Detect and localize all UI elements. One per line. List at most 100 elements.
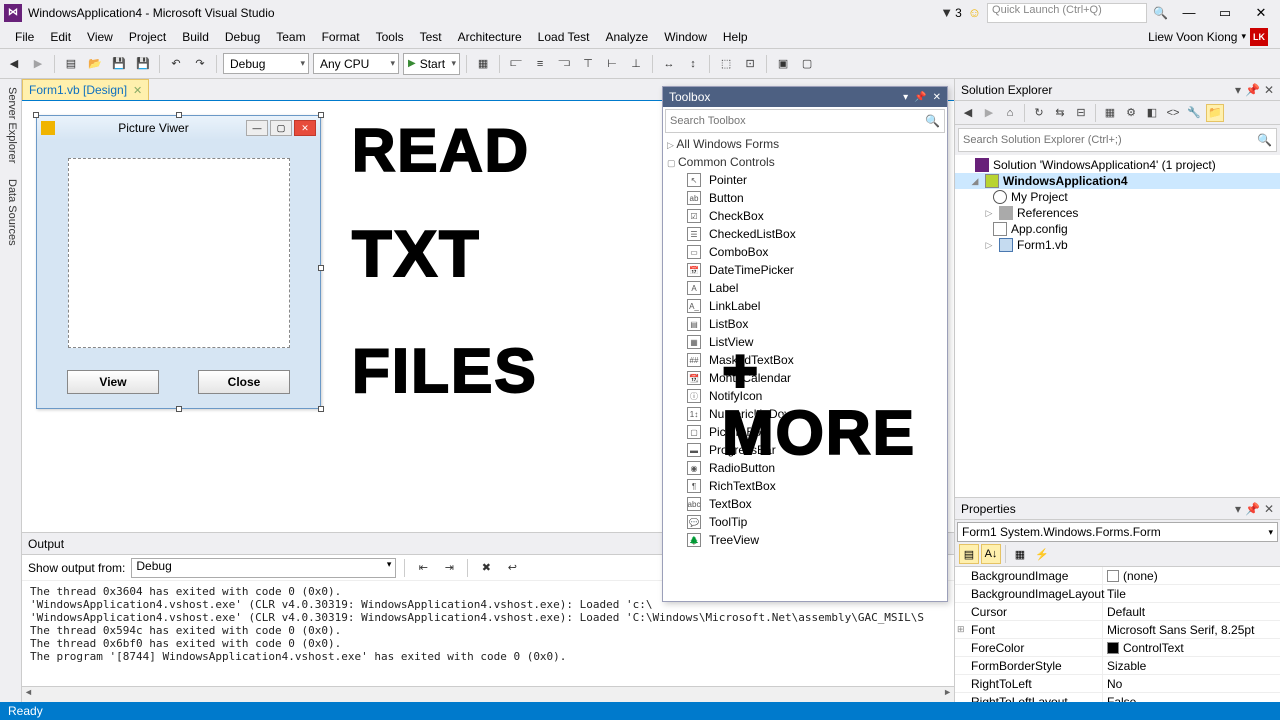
toolbox-item-progressbar[interactable]: ▬ProgressBar bbox=[663, 441, 947, 459]
preview-icon[interactable]: ◧ bbox=[1143, 104, 1161, 122]
toolbox-item-monthcalendar[interactable]: 📆MonthCalendar bbox=[663, 369, 947, 387]
group-common-controls[interactable]: Common Controls bbox=[663, 153, 947, 171]
search-icon[interactable]: 🔍 bbox=[1153, 6, 1168, 20]
prop-cursor[interactable]: CursorDefault bbox=[955, 603, 1280, 621]
winform-preview[interactable]: Picture Viwer — ▢ ✕ View Close bbox=[36, 115, 321, 409]
menu-view[interactable]: View bbox=[80, 28, 120, 46]
solution-node[interactable]: Solution 'WindowsApplication4' (1 projec… bbox=[955, 157, 1280, 173]
properties-grid[interactable]: BackgroundImage(none)BackgroundImageLayo… bbox=[955, 566, 1280, 702]
align-bottom-icon[interactable]: ⊥ bbox=[626, 54, 646, 74]
toolbox-item-linklabel[interactable]: A_LinkLabel bbox=[663, 297, 947, 315]
feedback-icon[interactable]: ☺ bbox=[968, 5, 981, 20]
solexp-close-icon[interactable]: ✕ bbox=[1264, 83, 1274, 97]
hspace-icon[interactable]: ↔ bbox=[659, 54, 679, 74]
quick-launch-input[interactable]: Quick Launch (Ctrl+Q) bbox=[987, 3, 1147, 23]
menu-project[interactable]: Project bbox=[122, 28, 173, 46]
menu-window[interactable]: Window bbox=[657, 28, 714, 46]
toolbox-item-tooltip[interactable]: 💬ToolTip bbox=[663, 513, 947, 531]
user-account[interactable]: Liew Voon Kiong▾ LK bbox=[1144, 28, 1272, 46]
maximize-button[interactable]: ▭ bbox=[1210, 5, 1240, 21]
platform-combo[interactable]: Any CPU bbox=[313, 53, 399, 74]
project-node[interactable]: ◢WindowsApplication4 bbox=[955, 173, 1280, 189]
size-icon[interactable]: ⬚ bbox=[716, 54, 736, 74]
group-all-forms[interactable]: All Windows Forms bbox=[663, 135, 947, 153]
close-tab-icon[interactable]: ✕ bbox=[133, 84, 142, 97]
align-mid-icon[interactable]: ⊢ bbox=[602, 54, 622, 74]
myproject-node[interactable]: My Project bbox=[955, 189, 1280, 205]
search-icon[interactable]: 🔍 bbox=[925, 114, 940, 128]
toolbox-close-icon[interactable]: ✕ bbox=[933, 92, 941, 103]
props-pin-icon[interactable]: 📌 bbox=[1245, 502, 1260, 516]
categorized-icon[interactable]: ▤ bbox=[959, 544, 979, 564]
new-project-icon[interactable]: ▤ bbox=[61, 54, 81, 74]
menu-debug[interactable]: Debug bbox=[218, 28, 267, 46]
toolbox-item-label[interactable]: ALabel bbox=[663, 279, 947, 297]
menu-load-test[interactable]: Load Test bbox=[531, 28, 597, 46]
collapse-icon[interactable]: ⊟ bbox=[1072, 104, 1090, 122]
vspace-icon[interactable]: ↕ bbox=[683, 54, 703, 74]
sync-icon[interactable]: ⇆ bbox=[1051, 104, 1069, 122]
props-close-icon[interactable]: ✕ bbox=[1264, 502, 1274, 516]
picturebox-control[interactable] bbox=[68, 158, 290, 348]
menu-help[interactable]: Help bbox=[716, 28, 755, 46]
server-explorer-tab[interactable]: Server Explorer bbox=[0, 79, 21, 171]
toolbox-item-treeview[interactable]: 🌲TreeView bbox=[663, 531, 947, 549]
prop-backgroundimagelayout[interactable]: BackgroundImageLayoutTile bbox=[955, 585, 1280, 603]
toolbox-item-combobox[interactable]: ▭ComboBox bbox=[663, 243, 947, 261]
menu-analyze[interactable]: Analyze bbox=[599, 28, 656, 46]
toolbox-item-datetimepicker[interactable]: 📅DateTimePicker bbox=[663, 261, 947, 279]
output-wrap-icon[interactable]: ↩ bbox=[502, 558, 522, 578]
properties-icon[interactable]: ⚙ bbox=[1122, 104, 1140, 122]
close-form-button[interactable]: Close bbox=[198, 370, 290, 394]
events-icon[interactable]: ⚡ bbox=[1032, 544, 1052, 564]
prop-righttoleft[interactable]: RightToLeftNo bbox=[955, 675, 1280, 693]
toolbox-item-radiobutton[interactable]: ◉RadioButton bbox=[663, 459, 947, 477]
toolbox-item-listbox[interactable]: ▤ListBox bbox=[663, 315, 947, 333]
save-all-icon[interactable]: 💾 bbox=[133, 54, 153, 74]
toolbox-pin-icon[interactable]: 📌 bbox=[914, 92, 926, 103]
solexp-search[interactable]: 🔍 bbox=[958, 128, 1277, 152]
appconfig-node[interactable]: App.config bbox=[955, 221, 1280, 237]
layout-icon[interactable]: ▦ bbox=[473, 54, 493, 74]
refresh-icon[interactable]: ↻ bbox=[1030, 104, 1048, 122]
align-left-icon[interactable]: ⫍ bbox=[506, 54, 526, 74]
output-clear-icon[interactable]: ✖ bbox=[476, 558, 496, 578]
bring-front-icon[interactable]: ▣ bbox=[773, 54, 793, 74]
props-dropdown-icon[interactable]: ▾ bbox=[1235, 502, 1241, 516]
props-page-icon[interactable]: ▦ bbox=[1010, 544, 1030, 564]
prop-font[interactable]: Font⊞Microsoft Sans Serif, 8.25pt bbox=[955, 621, 1280, 639]
minimize-button[interactable]: — bbox=[1174, 5, 1204, 20]
nav-back-icon[interactable]: ◀ bbox=[4, 54, 24, 74]
toolbox-search[interactable]: 🔍 bbox=[665, 109, 945, 133]
folder-icon[interactable]: 📁 bbox=[1206, 104, 1224, 122]
menu-build[interactable]: Build bbox=[175, 28, 216, 46]
fwd-icon[interactable]: ▶ bbox=[980, 104, 998, 122]
solexp-search-input[interactable] bbox=[963, 134, 1257, 146]
center-icon[interactable]: ⊡ bbox=[740, 54, 760, 74]
start-button[interactable]: Start bbox=[403, 53, 460, 75]
toolbox-item-numericupdown[interactable]: 1↕NumericUpDown bbox=[663, 405, 947, 423]
output-source-combo[interactable]: Debug bbox=[131, 558, 396, 578]
toolbox-item-picturebox[interactable]: ▢PictureBox bbox=[663, 423, 947, 441]
form1vb-node[interactable]: ▷Form1.vb bbox=[955, 237, 1280, 253]
align-center-icon[interactable]: ≡ bbox=[530, 54, 550, 74]
home-icon[interactable]: ⌂ bbox=[1001, 104, 1019, 122]
alpha-icon[interactable]: A↓ bbox=[981, 544, 1001, 564]
toolbox-item-button[interactable]: abButton bbox=[663, 189, 947, 207]
align-right-icon[interactable]: ⫎ bbox=[554, 54, 574, 74]
open-icon[interactable]: 📂 bbox=[85, 54, 105, 74]
toolbox-item-richtextbox[interactable]: ¶RichTextBox bbox=[663, 477, 947, 495]
toolbox-search-input[interactable] bbox=[670, 115, 925, 127]
output-prev-icon[interactable]: ⇤ bbox=[413, 558, 433, 578]
toolbox-item-checkbox[interactable]: ☑CheckBox bbox=[663, 207, 947, 225]
props-object-combo[interactable]: Form1 System.Windows.Forms.Form bbox=[957, 522, 1278, 542]
align-top-icon[interactable]: ⊤ bbox=[578, 54, 598, 74]
toolbox-item-pointer[interactable]: ↖Pointer bbox=[663, 171, 947, 189]
menu-edit[interactable]: Edit bbox=[43, 28, 78, 46]
toolbox-item-textbox[interactable]: abcTextBox bbox=[663, 495, 947, 513]
output-next-icon[interactable]: ⇥ bbox=[439, 558, 459, 578]
doc-tab-form1[interactable]: Form1.vb [Design] ✕ bbox=[22, 79, 149, 100]
solexp-dropdown-icon[interactable]: ▾ bbox=[1235, 83, 1241, 97]
search-icon[interactable]: 🔍 bbox=[1257, 133, 1272, 147]
prop-formborderstyle[interactable]: FormBorderStyleSizable bbox=[955, 657, 1280, 675]
